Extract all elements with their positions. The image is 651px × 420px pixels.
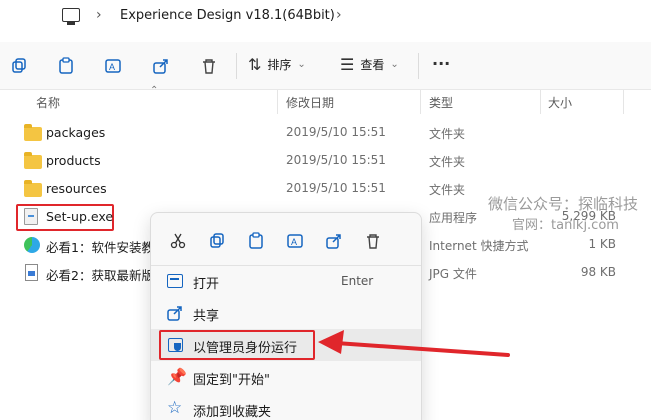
sort-label: 排序	[267, 58, 292, 72]
column-type[interactable]: 类型	[429, 94, 453, 111]
pin-icon: 📌	[167, 367, 187, 386]
file-type: 文件夹	[429, 155, 466, 169]
folder-icon	[24, 180, 42, 197]
delete-button[interactable]	[358, 227, 388, 255]
file-size: 98 KB	[580, 265, 616, 279]
share-icon	[326, 234, 341, 249]
this-pc-icon[interactable]	[62, 8, 80, 22]
share-icon	[167, 306, 182, 321]
monitor-stand-icon	[67, 22, 75, 25]
chevron-down-icon: ⌄	[390, 59, 399, 70]
watermark-wechat: 微信公众号：探临科技	[488, 195, 639, 213]
exe-file-icon	[24, 208, 38, 225]
menu-item-add-favorites[interactable]: ☆ 添加到收藏夹	[151, 393, 421, 420]
menu-label: 添加到收藏夹	[193, 405, 272, 420]
view-list-icon: ☰	[340, 55, 355, 74]
file-name: resources	[46, 181, 107, 196]
sort-button[interactable]: ⇅ 排序 ⌄	[248, 55, 306, 74]
menu-item-open[interactable]: 打开 Enter	[151, 265, 421, 297]
view-button[interactable]: ☰ 查看 ⌄	[340, 55, 399, 74]
sort-up-icon: ⌃	[150, 85, 159, 96]
rename-icon: A	[105, 59, 121, 73]
rename-button[interactable]: A	[100, 53, 126, 79]
toolbar-divider	[236, 53, 237, 79]
breadcrumb-folder[interactable]: Experience Design v18.1(64Bbit)	[120, 8, 335, 23]
file-date: 2019/5/10 15:51	[286, 181, 386, 195]
shield-icon	[168, 338, 183, 352]
star-icon: ☆	[167, 398, 183, 418]
more-options-button[interactable]: ···	[432, 54, 450, 73]
column-name[interactable]: 名称	[36, 94, 60, 111]
context-quick-actions: A	[163, 227, 388, 255]
annotation-arrow	[318, 330, 510, 357]
column-size[interactable]: 大小	[548, 94, 572, 111]
column-date[interactable]: 修改日期	[286, 94, 334, 111]
column-divider[interactable]	[420, 90, 421, 114]
watermark-site: 官网：tanlkj.com	[512, 218, 619, 233]
folder-icon	[24, 124, 42, 141]
file-name: 必看1：软件安装教	[46, 240, 154, 255]
menu-shortcut: Enter	[341, 274, 374, 288]
menu-label: 固定到"开始"	[193, 373, 270, 388]
image-file-icon	[25, 264, 38, 281]
file-name: 必看2：获取最新版	[46, 268, 154, 283]
open-window-icon	[167, 274, 183, 288]
command-toolbar: A ⇅ 排序 ⌄ ☰ 查看 ⌄ ···	[0, 42, 651, 90]
file-type: 文件夹	[429, 183, 466, 197]
copy-icon	[12, 58, 26, 73]
edge-link-icon	[24, 237, 40, 253]
file-type: Internet 快捷方式	[429, 239, 529, 253]
context-menu: A 打开 Enter 共享 以管理员身份运行 📌 固定到"开始" ☆ 添加到收藏…	[150, 212, 422, 420]
clipboard-icon	[59, 57, 73, 74]
clipboard-icon	[249, 232, 263, 249]
address-bar: › Experience Design v18.1(64Bbit) ›	[0, 0, 651, 34]
column-header: ⌃ 名称 修改日期 类型 大小	[0, 85, 651, 114]
file-name: packages	[46, 125, 106, 140]
menu-label: 以管理员身份运行	[193, 341, 298, 356]
file-row[interactable]: packages 2019/5/10 15:51 文件夹	[0, 119, 651, 147]
column-divider[interactable]	[540, 90, 541, 114]
scissors-icon	[170, 233, 186, 249]
toolbar-divider	[418, 53, 419, 79]
file-row[interactable]: products 2019/5/10 15:51 文件夹	[0, 147, 651, 175]
rename-icon: A	[287, 234, 303, 248]
svg-text:A: A	[109, 62, 115, 72]
file-type: 应用程序	[429, 211, 478, 225]
share-icon	[153, 59, 168, 74]
paste-button[interactable]	[53, 53, 79, 79]
menu-item-pin-start[interactable]: 📌 固定到"开始"	[151, 361, 421, 393]
svg-text:A: A	[291, 237, 297, 247]
view-label: 查看	[360, 58, 385, 72]
column-divider[interactable]	[623, 90, 624, 114]
paste-button[interactable]	[241, 227, 271, 255]
trash-icon	[367, 234, 379, 249]
file-size: 1 KB	[588, 237, 616, 251]
copy-button[interactable]	[202, 227, 232, 255]
chevron-right-icon[interactable]: ›	[336, 7, 342, 23]
share-button[interactable]	[319, 227, 349, 255]
chevron-right-icon: ›	[96, 7, 102, 23]
share-button[interactable]	[148, 53, 174, 79]
trash-icon	[203, 59, 215, 74]
menu-label: 打开	[193, 277, 220, 292]
rename-button[interactable]: A	[280, 227, 310, 255]
file-type: JPG 文件	[429, 267, 477, 281]
delete-button[interactable]	[196, 53, 222, 79]
file-name: products	[46, 153, 101, 168]
file-date: 2019/5/10 15:51	[286, 153, 386, 167]
file-date: 2019/5/10 15:51	[286, 125, 386, 139]
column-divider[interactable]	[277, 90, 278, 114]
copy-path-button[interactable]	[6, 53, 32, 79]
file-name: Set-up.exe	[46, 209, 114, 224]
chevron-down-icon: ⌄	[297, 59, 306, 70]
file-type: 文件夹	[429, 127, 466, 141]
copy-icon	[210, 233, 224, 248]
cut-button[interactable]	[163, 227, 193, 255]
sort-icon: ⇅	[248, 55, 262, 74]
folder-icon	[24, 152, 42, 169]
menu-label: 共享	[193, 309, 220, 324]
